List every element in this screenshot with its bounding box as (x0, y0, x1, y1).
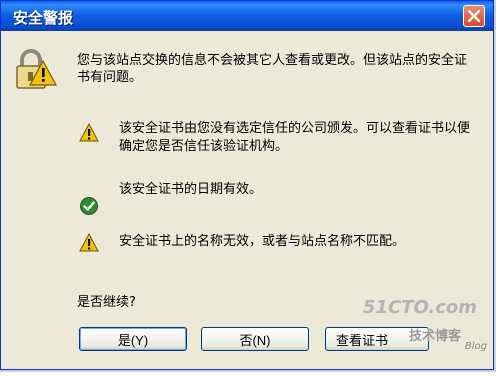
warning-icon (79, 233, 99, 252)
close-button[interactable] (463, 5, 485, 27)
continue-prompt: 是否继续? (77, 295, 136, 310)
watermark-site: 51CTO.com (362, 297, 477, 318)
intro-message: 您与该站点交换的信息不会被其它人查看或更改。但该站点的安全证书有问题。 (77, 53, 468, 85)
close-icon (468, 10, 480, 22)
check-item-name: 安全证书上的名称无效，或者与站点名称不匹配。 (119, 234, 406, 249)
security-alert-dialog: 安全警报 您与该站点交换的信息不会被其它人查看或更改。但该站点的安全证书有问题。… (0, 0, 494, 370)
check-icon (80, 197, 98, 215)
dialog-title: 安全警报 (13, 9, 74, 27)
check-item-date: 该安全证书的日期有效。 (119, 182, 263, 197)
check-item-issuer: 该安全证书由您没有选定信任的公司颁发。可以查看证书以便确定您是否信任该验证机构。 (119, 121, 471, 154)
title-bar[interactable]: 安全警报 (1, 1, 493, 31)
yes-button[interactable]: 是(Y) (79, 327, 187, 351)
no-button[interactable]: 否(N) (201, 327, 309, 351)
lock-warning-icon (16, 49, 57, 89)
warning-icon (79, 123, 99, 142)
watermark-label: 技术博客 (408, 329, 461, 344)
watermark-blog: Blog (464, 341, 487, 352)
watermark: 51CTO.com 技术博客 Blog (363, 297, 487, 367)
